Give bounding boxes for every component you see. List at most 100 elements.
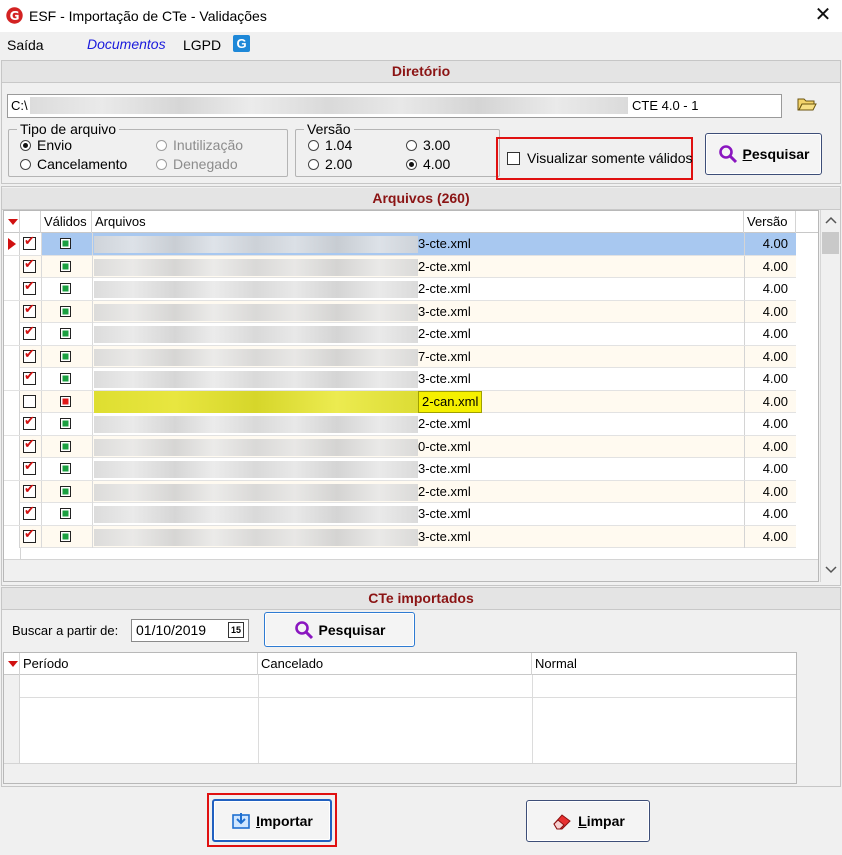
redacted-filename <box>94 371 418 388</box>
table-row[interactable]: 2-cte.xml 4.00 <box>4 413 796 436</box>
scroll-down-icon[interactable] <box>822 564 840 576</box>
valid-status-icon <box>60 260 71 272</box>
date-value: 01/10/2019 <box>136 622 207 638</box>
scroll-up-icon[interactable] <box>822 215 840 227</box>
valid-status-icon <box>60 440 71 452</box>
menu-saida[interactable]: Saída <box>7 37 44 53</box>
redacted-filename <box>94 461 418 478</box>
row-checkbox[interactable] <box>23 346 36 363</box>
header-periodo[interactable]: Período <box>20 653 258 675</box>
table-row[interactable]: 3-cte.xml 4.00 <box>4 503 796 526</box>
row-checkbox[interactable] <box>23 256 36 273</box>
column-divider <box>92 390 93 413</box>
radio-cancelamento[interactable]: Cancelamento <box>20 156 127 172</box>
row-checkbox[interactable] <box>23 394 36 408</box>
arquivos-grid: Válidos Arquivos Versão 3-cte.xml4.002-c… <box>3 210 819 582</box>
pesquisar-arquivos-button[interactable]: Pesquisar <box>705 133 822 175</box>
row-checkbox[interactable] <box>23 526 36 543</box>
row-checkbox[interactable] <box>23 368 36 385</box>
radio-dot <box>156 159 167 170</box>
radio-versao-300[interactable]: 3.00 <box>406 137 450 153</box>
table-row[interactable]: 7-cte.xml 4.00 <box>4 345 796 368</box>
open-folder-icon[interactable] <box>797 96 817 112</box>
row-indicator <box>4 503 20 525</box>
redacted-path <box>30 97 628 114</box>
radio-versao-400-label: 4.00 <box>423 156 451 172</box>
redacted-filename <box>94 303 418 321</box>
table-row[interactable]: 2-cte.xml 4.00 <box>4 480 796 503</box>
column-divider <box>41 435 42 458</box>
file-name: 2-cte.xml <box>418 258 471 274</box>
header-normal[interactable]: Normal <box>532 653 796 675</box>
radio-versao-200[interactable]: 2.00 <box>308 156 352 172</box>
column-divider <box>258 675 259 763</box>
table-row[interactable]: 3-cte.xml 4.00 <box>4 300 796 323</box>
checkbox-box <box>507 152 520 165</box>
row-checkbox[interactable] <box>23 458 36 475</box>
row-indicator <box>4 480 20 503</box>
redacted-filename <box>94 438 418 456</box>
table-row[interactable]: 3-cte.xml 4.00 <box>4 368 796 391</box>
valid-status-icon <box>60 350 71 362</box>
table-row[interactable]: 2-can.xml 4.00 <box>4 390 796 413</box>
header-validos[interactable]: Válidos <box>41 211 92 233</box>
radio-cancelamento-label: Cancelamento <box>37 156 128 172</box>
header-cancelado[interactable]: Cancelado <box>258 653 532 675</box>
importar-button[interactable]: Importar <box>212 799 332 842</box>
file-name: 3-cte.xml <box>418 506 471 521</box>
row-checkbox[interactable] <box>23 413 36 430</box>
row-checkbox[interactable] <box>23 503 36 520</box>
row-checkbox[interactable] <box>23 301 36 318</box>
table-row[interactable]: 3-cte.xml 4.00 <box>4 233 796 256</box>
column-divider <box>92 300 93 323</box>
row-indicator <box>4 413 20 435</box>
column-divider <box>41 278 42 300</box>
redacted-filename <box>94 390 418 413</box>
file-version: 4.00 <box>744 345 796 368</box>
limpar-label: impar <box>586 813 625 829</box>
table-row[interactable]: 3-cte.xml 4.00 <box>4 525 796 548</box>
redacted-filename <box>94 528 418 546</box>
vertical-scrollbar[interactable] <box>820 210 840 582</box>
header-indicator <box>4 211 20 233</box>
column-divider <box>92 525 93 548</box>
file-version: 4.00 <box>744 233 796 255</box>
horizontal-scrollbar[interactable] <box>4 559 818 581</box>
table-row[interactable]: 2-cte.xml 4.00 <box>4 323 796 346</box>
cte-importados-header: CTe importados <box>2 588 840 610</box>
column-divider <box>92 435 93 458</box>
column-divider <box>41 300 42 323</box>
table-row[interactable]: 2-cte.xml 4.00 <box>4 278 796 301</box>
horizontal-scrollbar[interactable] <box>4 763 796 783</box>
close-icon[interactable]: ✕ <box>812 4 834 26</box>
header-check <box>20 211 41 233</box>
radio-envio[interactable]: Envio <box>20 137 72 153</box>
header-versao[interactable]: Versão <box>744 211 796 233</box>
scroll-thumb[interactable] <box>822 232 839 254</box>
limpar-button[interactable]: Limpar <box>526 800 650 842</box>
row-checkbox[interactable] <box>23 278 36 295</box>
column-divider <box>92 278 93 300</box>
radio-versao-400[interactable]: 4.00 <box>406 156 450 172</box>
file-version: 4.00 <box>744 480 796 503</box>
app-logo-icon: G <box>6 7 23 24</box>
menu-documentos[interactable]: Documentos <box>87 36 166 52</box>
table-row[interactable]: 3-cte.xml 4.00 <box>4 458 796 481</box>
table-row[interactable]: 2-cte.xml 4.00 <box>4 255 796 278</box>
table-row[interactable]: 0-cte.xml 4.00 <box>4 435 796 458</box>
radio-envio-label: Envio <box>37 137 73 153</box>
row-checkbox[interactable] <box>23 323 36 340</box>
row-checkbox[interactable] <box>23 436 36 453</box>
row-checkbox[interactable] <box>23 481 36 498</box>
calendar-icon[interactable]: 15 <box>228 622 244 638</box>
menu-lgpd[interactable]: LGPD <box>183 37 221 53</box>
file-version: 4.00 <box>744 413 796 435</box>
pesquisar-importados-button[interactable]: Pesquisar <box>264 612 415 647</box>
radio-versao-104[interactable]: 1.04 <box>308 137 352 153</box>
file-version: 4.00 <box>744 390 796 413</box>
header-arquivos[interactable]: Arquivos <box>92 211 744 233</box>
row-checkbox[interactable] <box>23 233 36 250</box>
lgpd-icon[interactable]: G <box>233 35 250 52</box>
visualizar-label: Visualizar somente válidos <box>527 150 693 166</box>
visualizar-checkbox[interactable]: Visualizar somente válidos <box>507 150 693 166</box>
